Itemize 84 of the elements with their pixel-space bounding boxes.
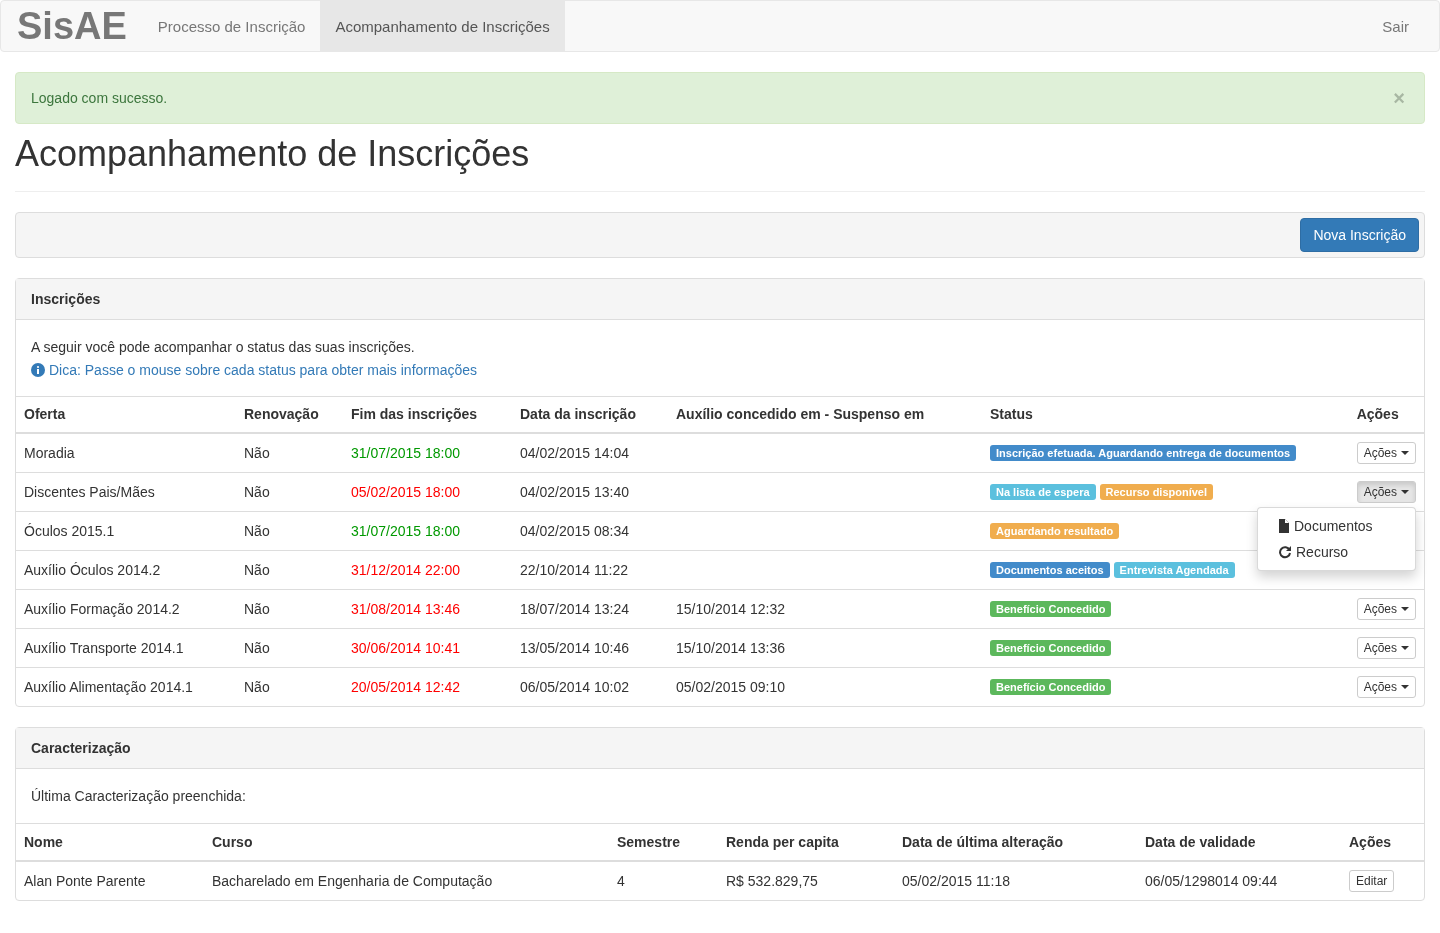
column-header: Ações: [1348, 396, 1424, 434]
table-cell: R$ 532.829,75: [718, 860, 894, 900]
column-header: Nome: [16, 823, 204, 861]
table-cell: 31/12/2014 22:00: [343, 550, 512, 590]
table-cell: 13/05/2014 10:46: [512, 628, 668, 668]
table-cell: 31/07/2015 18:00: [343, 511, 512, 551]
refresh-icon: [1278, 544, 1292, 559]
file-icon: [1278, 518, 1290, 533]
table-cell: Não: [236, 589, 343, 629]
table-cell: 31/08/2014 13:46: [343, 589, 512, 629]
table-cell: Não: [236, 628, 343, 668]
table-cell: Óculos 2015.1: [16, 511, 236, 551]
tip-text: Dica: Passe o mouse sobre cada status para obter mais informações: [49, 360, 477, 380]
table-cell: 20/05/2014 12:42: [343, 667, 512, 707]
alert-message: Logado com sucesso.: [31, 90, 168, 106]
table-cell: 04/02/2015 14:04: [512, 433, 668, 473]
column-header: Data de validade: [1137, 823, 1341, 861]
column-header: Status: [982, 396, 1349, 434]
intro-text: Última Caracterização preenchida:: [31, 787, 247, 807]
table-cell: 06/05/1298014 09:44: [1137, 860, 1341, 900]
table-cell: Não: [236, 667, 343, 707]
column-header: Renda per capita: [718, 823, 894, 861]
table-cell: 31/07/2015 18:00: [343, 433, 512, 473]
table-cell: 15/10/2014 13:36: [668, 628, 982, 668]
table-cell: 15/10/2014 12:32: [668, 589, 982, 629]
column-header: Renovação: [236, 396, 343, 434]
status-label[interactable]: Inscrição efetuada. Aguardando entrega de documentos: [990, 445, 1297, 462]
table-cell: 05/02/2015 18:00: [343, 472, 512, 512]
table-cell: 22/10/2014 11:22: [512, 550, 668, 590]
table-cell: 30/06/2014 10:41: [343, 628, 512, 668]
status-label[interactable]: Benefício Concedido: [990, 679, 1112, 696]
actions-dropdown-button[interactable]: Ações: [1356, 636, 1416, 659]
caret-icon: [1401, 489, 1409, 494]
table-cell: Auxílio Óculos 2014.2: [16, 550, 236, 590]
table-cell: Não: [236, 550, 343, 590]
panel-heading: Caracterização: [16, 728, 1424, 770]
column-header: Data de última alteração: [894, 823, 1137, 861]
status-label[interactable]: Documentos aceitos: [990, 562, 1110, 579]
table-cell: 4: [609, 860, 718, 900]
caret-icon: [1401, 645, 1409, 650]
caret-icon: [1401, 606, 1409, 611]
table-cell: 06/05/2014 10:02: [512, 667, 668, 707]
actions-dropdown-button[interactable]: Ações: [1356, 441, 1416, 464]
table-cell: Auxílio Transporte 2014.1: [16, 628, 236, 668]
table-cell: Discentes Pais/Mães: [16, 472, 236, 512]
table-cell: 04/02/2015 08:34: [512, 511, 668, 551]
column-header: Fim das inscrições: [343, 396, 512, 434]
column-header: Ações: [1341, 823, 1424, 861]
table-cell: 05/02/2015 11:18: [894, 860, 1137, 900]
page-title: Acompanhamento de Inscrições: [15, 134, 1425, 192]
table-cell: 05/02/2015 09:10: [668, 667, 982, 707]
table-cell: Moradia: [16, 433, 236, 473]
table-cell: Alan Ponte Parente: [16, 860, 204, 900]
actions-dropdown-button[interactable]: Ações: [1356, 597, 1416, 620]
caret-icon: [1401, 684, 1409, 689]
new-registration-button[interactable]: Nova Inscrição: [1300, 217, 1419, 252]
menu-item[interactable]: Recurso: [1258, 538, 1415, 565]
logout-link[interactable]: Sair: [1367, 1, 1424, 51]
status-label[interactable]: Benefício Concedido: [990, 601, 1112, 618]
nav-link[interactable]: Acompanhamento de Inscrições: [320, 1, 565, 51]
column-header: Curso: [204, 823, 609, 861]
edit-button[interactable]: Editar: [1349, 869, 1395, 892]
column-header: Oferta: [16, 396, 236, 434]
status-label[interactable]: Benefício Concedido: [990, 640, 1112, 657]
table-cell: Bacharelado em Engenharia de Computação: [204, 860, 609, 900]
table-cell: 18/07/2014 13:24: [512, 589, 668, 629]
table-cell: Não: [236, 511, 343, 551]
intro-text: A seguir você pode acompanhar o status das suas inscrições.: [31, 337, 416, 357]
menu-item[interactable]: Documentos: [1258, 512, 1415, 539]
caret-icon: [1401, 450, 1409, 455]
table-cell: Auxílio Formação 2014.2: [16, 589, 236, 629]
column-header: Auxílio concedido em - Suspenso em: [668, 396, 982, 434]
brand-logo[interactable]: SisAE: [1, 1, 143, 51]
actions-dropdown-button[interactable]: Ações: [1356, 675, 1416, 698]
panel-heading: Inscrições: [16, 278, 1424, 320]
table-cell: Auxílio Alimentação 2014.1: [16, 667, 236, 707]
info-icon: [31, 362, 45, 377]
table-cell: 04/02/2015 13:40: [512, 472, 668, 512]
nav-link[interactable]: Processo de Inscrição: [142, 1, 321, 51]
actions-dropdown-button[interactable]: Ações: [1356, 480, 1416, 503]
table-cell: Não: [236, 433, 343, 473]
column-header: Data da inscrição: [512, 396, 668, 434]
column-header: Semestre: [609, 823, 718, 861]
table-cell: Não: [236, 472, 343, 512]
